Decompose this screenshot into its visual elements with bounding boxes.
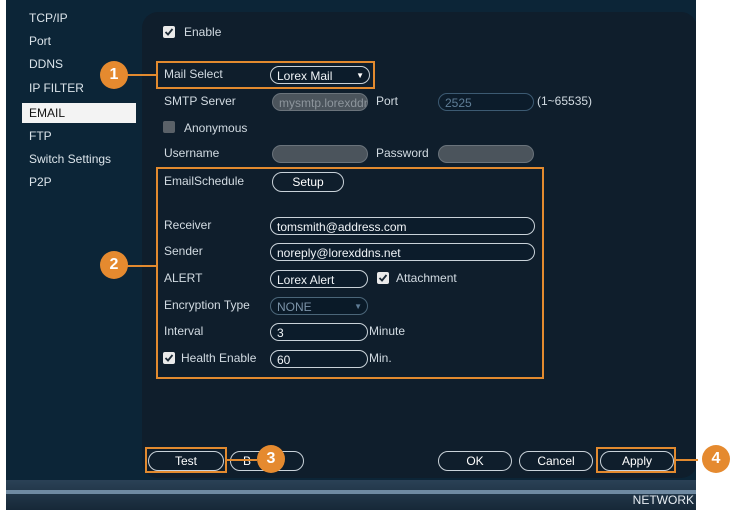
callout-3-connector	[227, 459, 257, 461]
username-label: Username	[164, 146, 220, 160]
sidebar-item-label: Switch Settings	[29, 152, 112, 166]
sidebar-item-label: FTP	[29, 129, 52, 143]
sidebar-item-label: EMAIL	[29, 106, 66, 120]
email-settings-highlight	[156, 167, 544, 379]
sidebar-item-switch-settings[interactable]: Switch Settings	[22, 149, 136, 169]
checkmark-icon	[164, 28, 174, 36]
anonymous-label: Anonymous	[184, 121, 248, 135]
enable-checkbox[interactable]	[163, 26, 175, 38]
sidebar-item-label: TCP/IP	[29, 11, 68, 25]
enable-label: Enable	[184, 25, 222, 39]
status-bar-accent	[6, 490, 696, 494]
smtp-server-label: SMTP Server	[164, 94, 236, 108]
username-field[interactable]	[272, 145, 368, 163]
apply-button-highlight	[596, 447, 676, 473]
ok-button-label: OK	[466, 454, 484, 468]
callout-4-badge: 4	[702, 445, 730, 473]
sidebar-item-p2p[interactable]: P2P	[22, 172, 136, 192]
smtp-server-value: mysmtp.lorexddns.net	[279, 96, 368, 110]
cancel-button[interactable]: Cancel	[519, 451, 593, 471]
callout-3-badge: 3	[257, 445, 285, 473]
cancel-button-label: Cancel	[537, 454, 575, 468]
sidebar-item-label: Port	[29, 34, 52, 48]
ok-button[interactable]: OK	[438, 451, 512, 471]
smtp-server-field[interactable]: mysmtp.lorexddns.net	[272, 93, 368, 111]
callout-2-connector	[126, 265, 156, 267]
port-field[interactable]: 2525	[438, 93, 534, 111]
sidebar-item-email[interactable]: EMAIL	[22, 103, 136, 123]
section-title: NETWORK	[632, 493, 694, 507]
sidebar-item-label: P2P	[29, 175, 52, 189]
sidebar-item-tcpip[interactable]: TCP/IP	[22, 8, 136, 28]
sidebar-item-ftp[interactable]: FTP	[22, 126, 136, 146]
sidebar-item-label: IP FILTER	[29, 81, 84, 95]
port-value: 2525	[445, 96, 472, 110]
port-range-hint: (1~65535)	[537, 94, 593, 108]
mail-select-highlight	[156, 61, 375, 89]
callout-1-badge: 1	[100, 61, 128, 89]
sidebar-item-label: DDNS	[29, 57, 64, 71]
sidebar-item-port[interactable]: Port	[22, 31, 136, 51]
callout-2-badge: 2	[100, 251, 128, 279]
status-bar	[6, 480, 696, 510]
callout-4-connector	[676, 459, 698, 461]
test-button-highlight	[145, 447, 227, 473]
callout-1-connector	[126, 74, 156, 76]
back-button-label: B	[243, 454, 252, 468]
port-label: Port	[376, 94, 399, 108]
anonymous-checkbox[interactable]	[163, 121, 175, 133]
password-label: Password	[376, 146, 429, 160]
password-field[interactable]	[438, 145, 534, 163]
